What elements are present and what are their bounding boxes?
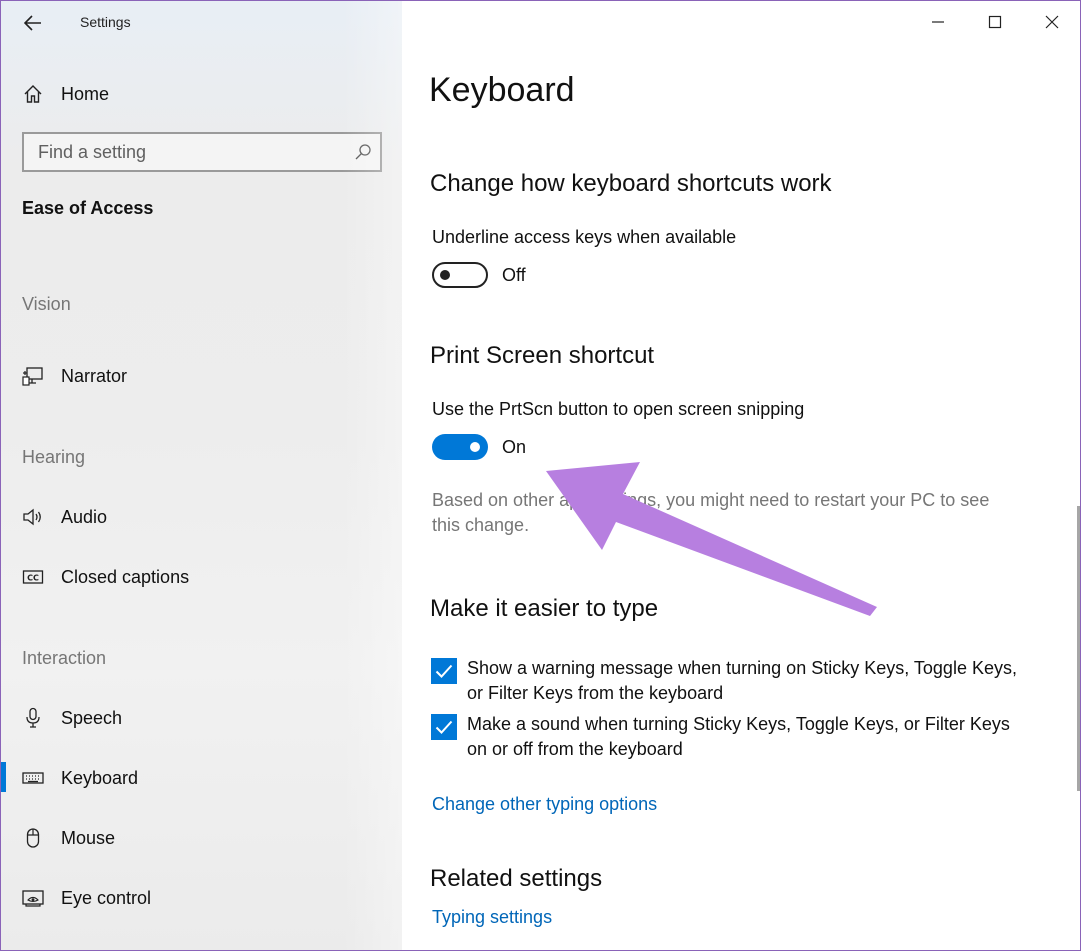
typing-settings-link[interactable]: Typing settings: [432, 907, 552, 928]
checkmark-icon: [435, 664, 453, 678]
scrollbar[interactable]: [1077, 506, 1080, 791]
heading-shortcuts: Change how keyboard shortcuts work: [430, 170, 832, 197]
close-button[interactable]: [1035, 7, 1069, 37]
sidebar-item-label: Closed captions: [61, 566, 190, 587]
toggle-knob: [440, 270, 450, 280]
back-arrow-icon: [24, 15, 41, 31]
sidebar-item-mouse[interactable]: Mouse: [1, 818, 402, 858]
option-label: Show a warning message when turning on S…: [467, 658, 1017, 703]
page-title: Keyboard: [429, 71, 575, 109]
underline-keys-label: Underline access keys when available: [432, 227, 737, 247]
sidebar-item-label: Mouse: [61, 827, 116, 848]
sidebar-item-speech[interactable]: Speech: [1, 698, 402, 738]
search-box[interactable]: [22, 132, 382, 172]
restart-note: Based on other app settings, you might n…: [432, 490, 990, 535]
settings-window: Settings Home Ease of Access Vision: [0, 0, 1081, 951]
maximize-icon: [988, 15, 1002, 29]
nav-home-label: Home: [61, 83, 110, 104]
heading-related: Related settings: [430, 865, 603, 892]
search-icon[interactable]: [354, 143, 372, 161]
prtscn-label: Use the PrtScn button to open screen sni…: [432, 399, 805, 419]
search-input[interactable]: [24, 134, 380, 170]
sidebar-item-closed-captions[interactable]: CC Closed captions: [1, 557, 402, 597]
eye-control-icon: [22, 887, 44, 909]
checkmark-icon: [435, 720, 453, 734]
checkbox[interactable]: [431, 658, 457, 684]
change-typing-options-link[interactable]: Change other typing options: [432, 794, 657, 815]
minimize-icon: [932, 21, 944, 23]
sidebar-item-label: Eye control: [61, 887, 152, 908]
close-icon: [1045, 15, 1059, 29]
microphone-icon: [22, 707, 44, 729]
sidebar-item-narrator[interactable]: Narrator: [1, 356, 402, 396]
sidebar-item-label: Speech: [61, 707, 123, 728]
underline-keys-state: Off: [502, 265, 526, 285]
sidebar-item-keyboard[interactable]: Keyboard: [1, 758, 402, 798]
narrator-icon: [22, 365, 44, 387]
mouse-icon: [22, 827, 44, 849]
heading-print-screen: Print Screen shortcut: [430, 342, 655, 369]
prtscn-toggle[interactable]: [432, 434, 488, 460]
speaker-icon: [22, 506, 44, 528]
heading-easier-type: Make it easier to type: [430, 595, 659, 622]
sidebar-item-eye-control[interactable]: Eye control: [1, 878, 402, 918]
maximize-button[interactable]: [978, 7, 1012, 37]
back-button[interactable]: [19, 9, 47, 37]
group-header-interaction: Interaction: [22, 648, 107, 668]
content-pane: Keyboard Change how keyboard shortcuts w…: [402, 1, 1080, 950]
minimize-button[interactable]: [921, 7, 955, 37]
group-header-hearing: Hearing: [22, 447, 86, 467]
toggle-knob: [470, 442, 480, 452]
keyboard-icon: [22, 767, 44, 789]
sidebar: Settings Home Ease of Access Vision: [1, 1, 402, 950]
checkbox[interactable]: [431, 714, 457, 740]
home-icon: [22, 83, 44, 105]
sidebar-item-label: Keyboard: [61, 767, 139, 788]
option-label: Make a sound when turning Sticky Keys, T…: [467, 714, 1010, 759]
underline-keys-toggle[interactable]: [432, 262, 488, 288]
sidebar-item-label: Narrator: [61, 365, 128, 386]
group-header-vision: Vision: [22, 294, 71, 314]
sidebar-item-label: Audio: [61, 506, 108, 527]
captions-icon: CC: [22, 566, 44, 588]
svg-text:CC: CC: [27, 574, 39, 583]
app-title: Settings: [80, 14, 131, 30]
nav-home[interactable]: Home: [1, 75, 402, 113]
sidebar-item-audio[interactable]: Audio: [1, 497, 402, 537]
prtscn-state: On: [502, 437, 527, 457]
section-title: Ease of Access: [22, 198, 154, 218]
